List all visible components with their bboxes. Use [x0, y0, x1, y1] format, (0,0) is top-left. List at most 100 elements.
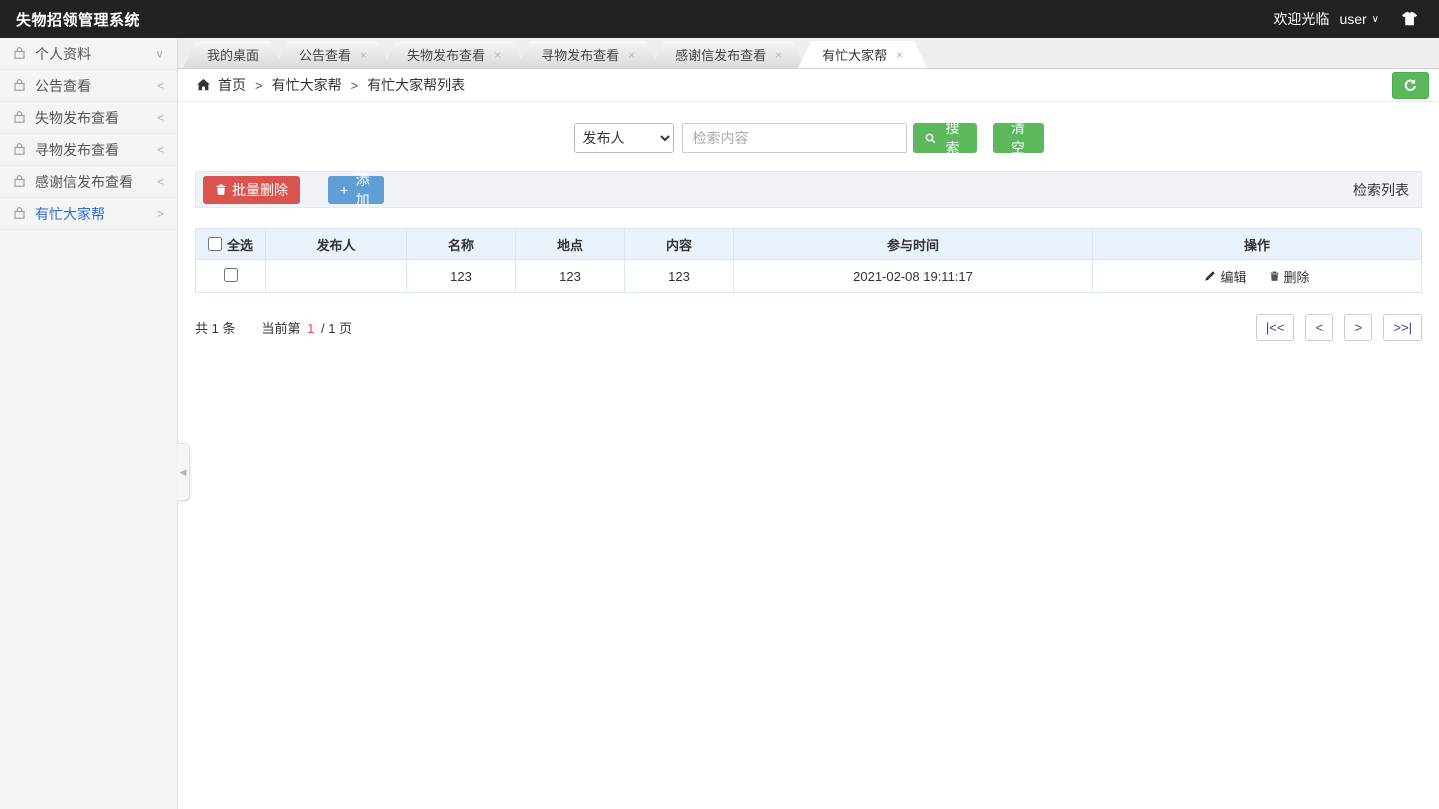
sidebar: 个人资料 ∨ 公告查看 < 失物发布查看 < 寻物发布查看 < 感谢信发布查看 … [0, 38, 178, 809]
column-header-actions: 操作 [1092, 228, 1422, 260]
close-icon[interactable]: × [896, 49, 903, 61]
tab-my-desktop[interactable]: 我的桌面 [183, 41, 283, 68]
bag-icon [13, 111, 26, 124]
close-icon[interactable]: × [775, 49, 782, 61]
prev-page-button[interactable]: < [1305, 314, 1334, 341]
row-content-cell: 123 [624, 259, 734, 293]
chevron-left-icon: < [156, 111, 164, 124]
current-page-text: 当前第 1 / 1 页 [261, 318, 352, 337]
table-header-row: 全选 发布人 名称 地点 内容 参与时间 操作 [195, 228, 1422, 260]
chevron-down-icon: ∨ [155, 47, 164, 60]
sidebar-item-help-everyone[interactable]: 有忙大家帮 > [0, 198, 177, 230]
pencil-icon [1205, 271, 1216, 281]
tab-help-everyone[interactable]: 有忙大家帮 × [798, 41, 927, 68]
tab-found-posts[interactable]: 寻物发布查看 × [517, 41, 659, 68]
sidebar-item-label: 公告查看 [35, 77, 91, 94]
batch-delete-button[interactable]: 批量删除 [203, 175, 300, 204]
tab-label: 我的桌面 [207, 48, 260, 63]
column-header-publisher: 发布人 [265, 228, 407, 260]
trash-icon [1269, 271, 1279, 281]
tab-label: 有忙大家帮 [822, 48, 888, 63]
main-panel: 发布人 搜索 清空 批量删除 + 添加 [178, 102, 1439, 809]
breadcrumb-home[interactable]: 首页 [218, 75, 246, 95]
breadcrumb-module[interactable]: 有忙大家帮 [272, 75, 342, 95]
sidebar-item-thanks-letters[interactable]: 感谢信发布查看 < [0, 166, 177, 198]
close-icon[interactable]: × [360, 49, 367, 61]
collapse-arrow-icon: ◀ [179, 466, 187, 477]
add-button[interactable]: + 添加 [328, 172, 384, 208]
edit-link[interactable]: 编辑 [1204, 267, 1247, 286]
data-table: 全选 发布人 名称 地点 内容 参与时间 操作 123 123 123 2021… [195, 228, 1422, 293]
row-publisher-cell [265, 259, 407, 293]
tab-label: 失物发布查看 [407, 48, 486, 63]
user-dropdown[interactable]: user ∨ [1339, 11, 1379, 27]
sidebar-item-label: 个人资料 [35, 45, 91, 62]
sidebar-item-found-posts[interactable]: 寻物发布查看 < [0, 134, 177, 166]
chevron-left-icon: < [156, 79, 164, 92]
theme-shirt-icon[interactable] [1401, 11, 1419, 27]
batch-delete-label: 批量删除 [232, 181, 288, 198]
breadcrumb-current: 有忙大家帮列表 [367, 77, 466, 93]
welcome-text: 欢迎光临 [1273, 11, 1330, 27]
bag-icon [13, 143, 26, 156]
chevron-left-icon: < [156, 143, 164, 156]
add-button-label: 添加 [355, 171, 370, 208]
tab-label: 感谢信发布查看 [675, 48, 767, 63]
bag-icon [13, 79, 26, 92]
breadcrumb-separator: > [350, 77, 359, 93]
search-button-label: 搜索 [945, 120, 960, 156]
toolbar: 批量删除 + 添加 检索列表 [195, 171, 1422, 208]
username: user [1339, 11, 1367, 27]
sidebar-collapse-handle[interactable]: ◀ [177, 443, 190, 501]
current-page-suffix: / 1 页 [320, 321, 353, 336]
search-input[interactable] [681, 123, 907, 153]
close-icon[interactable]: × [628, 49, 635, 61]
column-header-content: 内容 [624, 228, 734, 260]
current-page-prefix: 当前第 [261, 321, 301, 336]
tab-label: 公告查看 [299, 48, 352, 63]
refresh-button[interactable] [1392, 71, 1429, 99]
plus-icon: + [340, 181, 349, 198]
clear-button-label: 清空 [1011, 120, 1025, 156]
edit-label: 编辑 [1220, 269, 1247, 285]
first-page-button[interactable]: |<< [1255, 314, 1295, 341]
topbar: 失物招领管理系统 欢迎光临 user ∨ [0, 0, 1439, 38]
delete-link[interactable]: 删除 [1269, 267, 1310, 286]
sidebar-item-label: 感谢信发布查看 [35, 173, 133, 190]
home-icon [196, 78, 211, 92]
sidebar-item-label: 寻物发布查看 [35, 141, 119, 158]
bag-icon [13, 207, 26, 220]
sidebar-item-lost-posts[interactable]: 失物发布查看 < [0, 102, 177, 134]
next-page-button[interactable]: > [1344, 314, 1373, 341]
current-page-number: 1 [307, 321, 315, 336]
close-icon[interactable]: × [494, 49, 501, 61]
sidebar-item-profile[interactable]: 个人资料 ∨ [0, 38, 177, 70]
sidebar-item-announcements[interactable]: 公告查看 < [0, 70, 177, 102]
select-all-checkbox[interactable] [207, 237, 222, 251]
sidebar-item-label: 失物发布查看 [35, 109, 119, 126]
chevron-left-icon: < [156, 175, 164, 188]
column-header-time: 参与时间 [733, 228, 1093, 260]
breadcrumb-separator: > [255, 77, 263, 93]
sidebar-item-label: 有忙大家帮 [35, 205, 105, 222]
select-all-header: 全选 [195, 228, 266, 260]
search-button[interactable]: 搜索 [912, 120, 977, 156]
row-time-cell: 2021-02-08 19:11:17 [733, 259, 1093, 293]
tab-announcements[interactable]: 公告查看 × [275, 41, 391, 68]
search-bar: 发布人 搜索 清空 [195, 120, 1422, 156]
row-checkbox[interactable] [223, 267, 238, 282]
chevron-right-icon: > [156, 207, 164, 220]
last-page-button[interactable]: >>| [1383, 314, 1422, 341]
tab-lost-posts[interactable]: 失物发布查看 × [383, 41, 525, 68]
breadcrumb: 首页 > 有忙大家帮 > 有忙大家帮列表 [178, 69, 1439, 102]
search-field-select[interactable]: 发布人 [573, 123, 674, 153]
tab-label: 寻物发布查看 [541, 48, 620, 63]
select-all-label: 全选 [226, 237, 253, 253]
column-header-place: 地点 [515, 228, 625, 260]
table-row: 123 123 123 2021-02-08 19:11:17 编辑 删除 [195, 259, 1422, 293]
row-select-cell [195, 259, 266, 293]
list-title: 检索列表 [1353, 181, 1409, 198]
tab-strip: 我的桌面 公告查看 × 失物发布查看 × 寻物发布查看 × 感谢信发布查看 × … [178, 38, 1439, 69]
clear-button[interactable]: 清空 [992, 120, 1044, 156]
tab-thanks-letters[interactable]: 感谢信发布查看 × [651, 41, 806, 68]
